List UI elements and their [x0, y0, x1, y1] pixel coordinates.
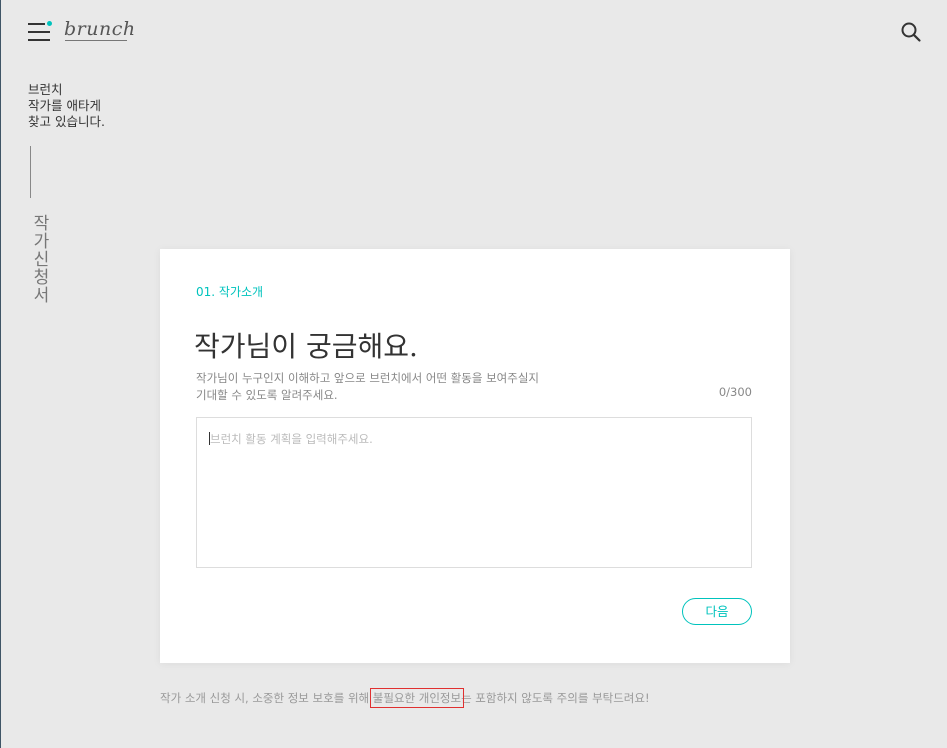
notice-highlight: 불필요한 개인정보 [369, 688, 465, 708]
textarea-placeholder: 브런치 활동 계획을 입력해주세요. [210, 432, 373, 446]
tagline-line: 작가를 애타게 [28, 98, 101, 113]
hamburger-menu-icon[interactable] [28, 21, 52, 42]
search-icon[interactable] [900, 21, 922, 43]
form-title: 작가님이 궁금해요. [194, 330, 418, 363]
form-description: 작가님이 누구인지 이해하고 앞으로 브런치에서 어떤 활동을 보여주실지 기대… [196, 370, 539, 404]
notification-dot [47, 21, 52, 26]
notice-text: 는 포함하지 않도록 주의를 부탁드려요! [461, 691, 650, 705]
side-tagline: 브런치 작가를 애타게 찾고 있습니다. [28, 82, 148, 130]
menu-bar [28, 23, 45, 25]
menu-bar [28, 39, 50, 41]
intro-textarea[interactable]: 브런치 활동 계획을 입력해주세요. [196, 417, 752, 568]
privacy-notice: 작가 소개 신청 시, 소중한 정보 보호를 위해 불필요한 개인정보는 포함하… [160, 688, 650, 708]
next-button[interactable]: 다음 [682, 598, 752, 625]
description-line: 기대할 수 있도록 알려주세요. [196, 388, 338, 402]
char-counter: 0/300 [718, 385, 752, 399]
tagline-line: 찾고 있습니다. [28, 114, 105, 129]
menu-bar [28, 31, 50, 33]
description-line: 작가님이 누구인지 이해하고 앞으로 브런치에서 어떤 활동을 보여주실지 [196, 371, 539, 385]
notice-text: 작가 소개 신청 시, 소중한 정보 보호를 위해 [160, 691, 373, 705]
side-divider [30, 146, 31, 198]
search-icon-graphic [901, 22, 921, 42]
window-left-edge [0, 0, 1, 748]
application-card: 01. 작가소개 작가님이 궁금해요. 작가님이 누구인지 이해하고 앞으로 브… [160, 249, 790, 663]
step-label: 01. 작가소개 [196, 285, 264, 299]
brunch-logo[interactable]: brunch [64, 18, 136, 40]
logo-underline [65, 40, 127, 41]
tagline-line: 브런치 [28, 82, 63, 97]
side-vertical-title: 작가신청서 [29, 214, 49, 304]
